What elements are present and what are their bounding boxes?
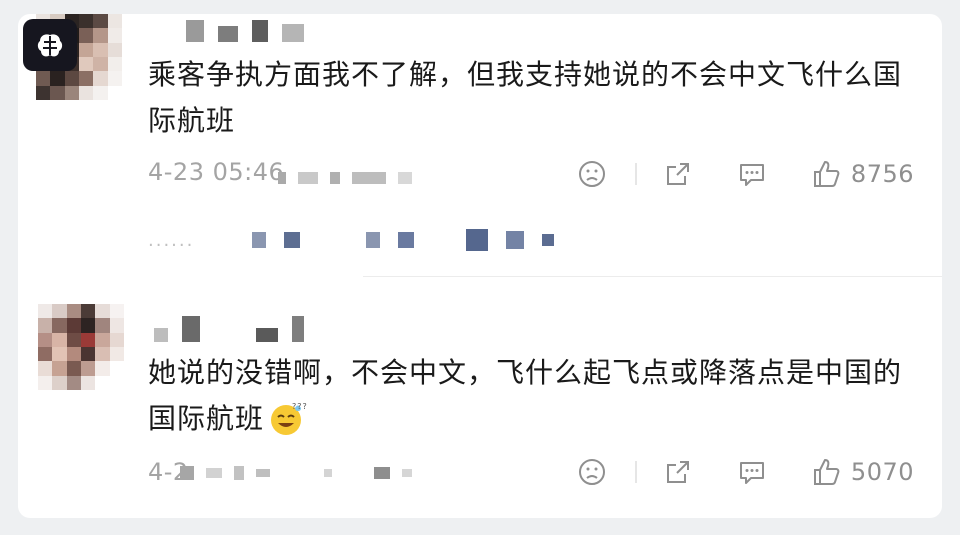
action-divider [634,461,637,483]
like-count: 8756 [850,160,914,188]
location-blurred [278,172,412,184]
brain-icon [37,34,63,57]
reply-dots: ...... [148,229,195,251]
svg-text:???: ??? [292,402,308,411]
reply-preview-blurred[interactable]: ...... [148,229,555,251]
comment-icon[interactable] [735,455,769,489]
comment-card: 乘客争执方面我不了解，但我支持她说的不会中文飞什么国际航班 4-23 05:46… [18,14,942,518]
sweat-smile-emoji: ??? [268,400,308,450]
username-blurred[interactable] [154,316,304,342]
comment-icon[interactable] [735,157,769,191]
location-blurred [180,466,412,480]
app-logo-badge [23,19,77,71]
dislike-icon[interactable] [575,157,609,191]
like-count: 5070 [850,458,914,486]
comment-text: 乘客争执方面我不了解，但我支持她说的不会中文飞什么国际航班 [148,58,903,137]
comment-actions: 8756 [575,157,914,191]
comment-actions: 5070 [575,455,914,489]
comment-divider [363,276,942,277]
comment-text-body: 她说的没错啊，不会中文，飞什么起飞点或降落点是中国的国际航班 [148,356,903,435]
share-icon[interactable] [661,157,695,191]
like-icon[interactable] [809,455,843,489]
share-icon[interactable] [661,455,695,489]
comment-timestamp: 4-23 05:46 [148,158,285,186]
like-icon[interactable] [809,157,843,191]
comment-text: 她说的没错啊，不会中文，飞什么起飞点或降落点是中国的国际航班??? [148,350,908,450]
username-blurred[interactable] [186,20,304,42]
dislike-icon[interactable] [575,455,609,489]
avatar[interactable] [38,304,124,390]
action-divider [634,163,637,185]
